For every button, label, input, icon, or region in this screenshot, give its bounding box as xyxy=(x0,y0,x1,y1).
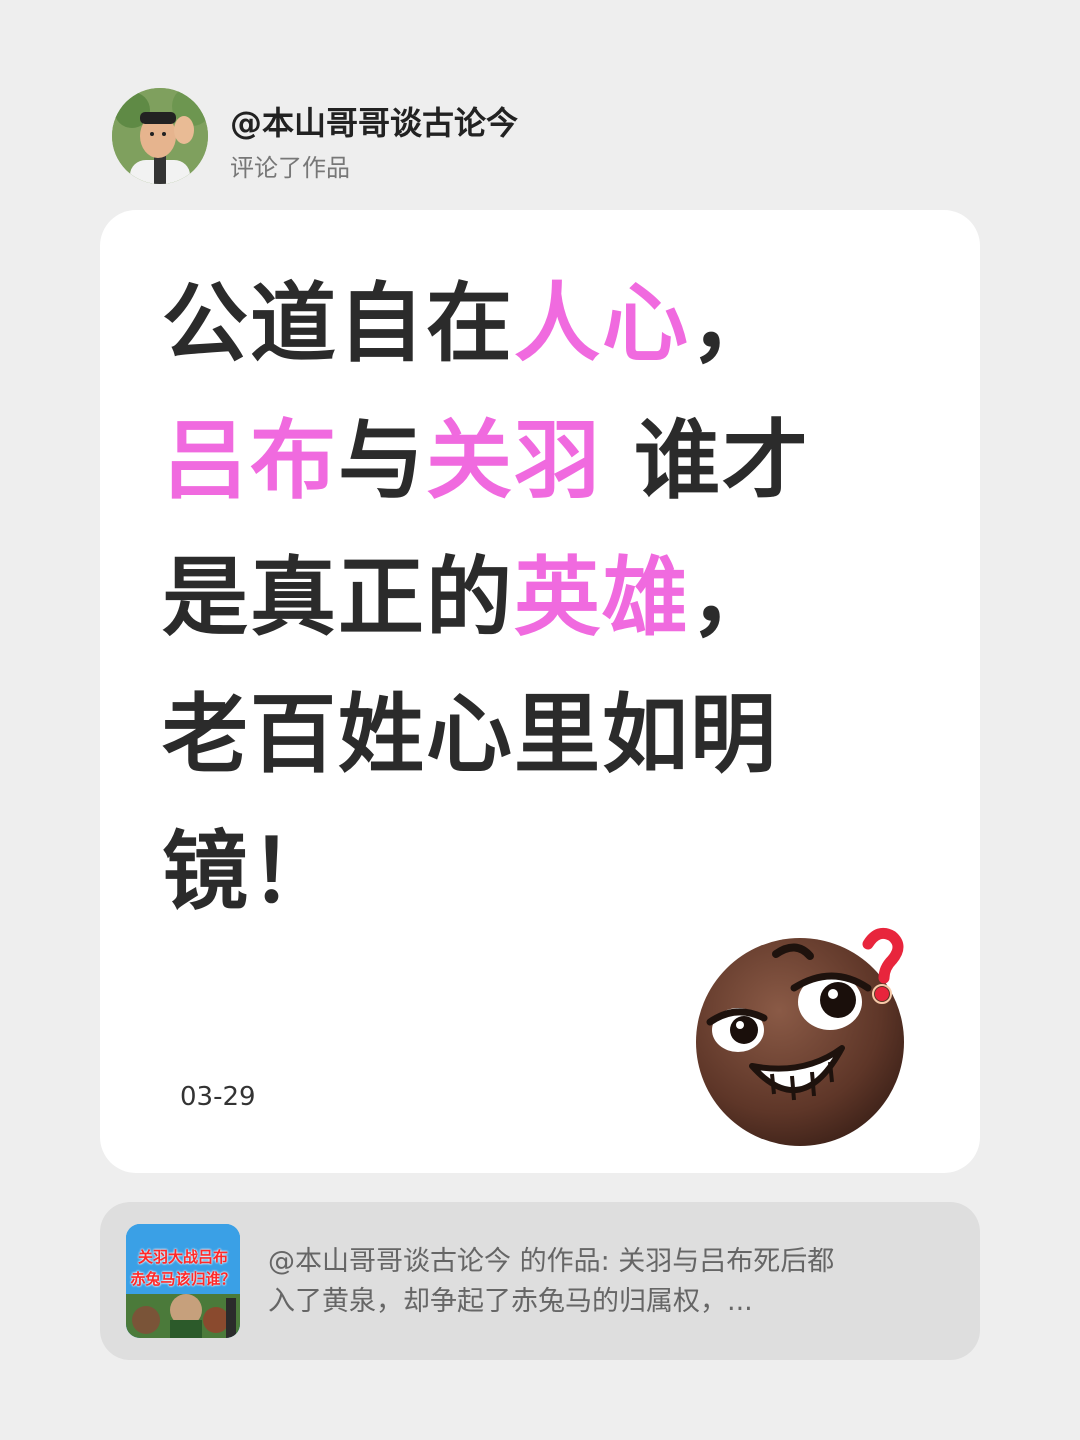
text-segment: 是真正的 xyxy=(162,548,514,648)
text-segment: 谁才 xyxy=(602,411,810,511)
text-segment: ， xyxy=(690,274,778,374)
comment-text: 公道自在人心， 吕布与关羽 谁才 是真正的英雄， 老百姓心里如明 镜！ xyxy=(162,256,922,941)
work-description[interactable]: @本山哥哥谈古论今 的作品: 关羽与吕布死后都 入了黄泉，却争起了赤兔马的归属权… xyxy=(268,1242,938,1322)
comment-card: 公道自在人心， 吕布与关羽 谁才 是真正的英雄， 老百姓心里如明 镜！ 03-2… xyxy=(100,210,980,1173)
highlight-segment: 关羽 xyxy=(426,411,602,511)
thumbnail-title-line-1: 关羽大战吕布 xyxy=(137,1248,228,1266)
work-description-line-2: 入了黄泉，却争起了赤兔马的归属权，... xyxy=(268,1286,753,1317)
highlight-segment: 英雄 xyxy=(514,548,690,648)
thinking-grin-emoji-icon xyxy=(696,927,904,1146)
comment-line-1: 公道自在人心， xyxy=(162,256,922,393)
comment-line-2: 吕布与关羽 谁才 xyxy=(162,393,922,530)
comment-date: 03-29 xyxy=(180,1082,256,1112)
comment-header: @本山哥哥谈古论今 评论了作品 xyxy=(112,88,812,188)
highlight-segment: 人心 xyxy=(514,274,690,374)
username[interactable]: @本山哥哥谈古论今 xyxy=(230,98,518,144)
comment-line-3: 是真正的英雄， xyxy=(162,530,922,667)
highlight-segment: 吕布 xyxy=(162,411,338,511)
comment-line-4: 老百姓心里如明 xyxy=(162,685,778,785)
thumbnail-title: 关羽大战吕布 赤兔马该归谁？ xyxy=(126,1246,240,1290)
text-segment: ， xyxy=(690,548,778,648)
text-segment: 与 xyxy=(338,411,426,511)
work-description-line-1: @本山哥哥谈古论今 的作品: 关羽与吕布死后都 xyxy=(268,1246,835,1277)
avatar-image xyxy=(112,88,208,184)
thumbnail-title-line-2: 赤兔马该归谁？ xyxy=(130,1270,236,1288)
work-thumbnail[interactable]: 关羽大战吕布 赤兔马该归谁？ xyxy=(126,1224,240,1338)
avatar[interactable] xyxy=(112,88,208,184)
text-segment: 公道自在 xyxy=(162,274,514,374)
referenced-work[interactable]: 关羽大战吕布 赤兔马该归谁？ @本山哥哥谈古论今 的作品: 关羽与吕布死后都 入… xyxy=(100,1202,980,1360)
comment-line-5: 镜！ xyxy=(162,822,338,922)
action-label: 评论了作品 xyxy=(230,154,350,182)
